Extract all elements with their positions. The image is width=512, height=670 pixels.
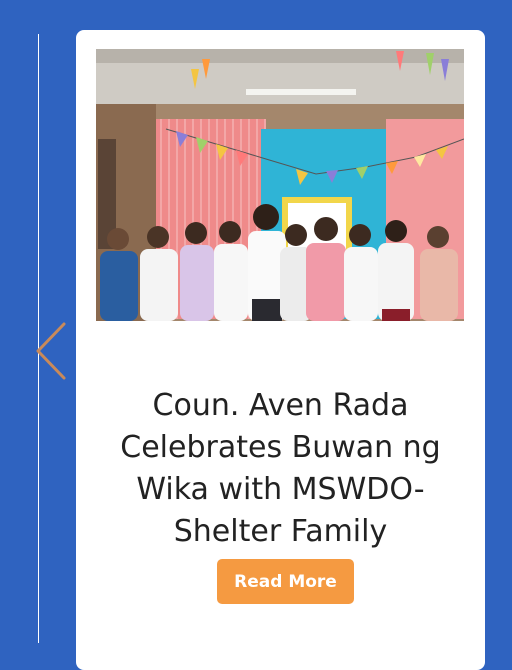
news-photo[interactable] [96, 49, 464, 321]
chevron-left-icon [36, 322, 66, 380]
read-more-button[interactable]: Read More [217, 559, 354, 604]
carousel-prev-button[interactable] [30, 318, 74, 384]
news-card: Coun. Aven Rada Celebrates Buwan ng Wika… [76, 30, 485, 670]
news-title[interactable]: Coun. Aven Rada Celebrates Buwan ng Wika… [90, 385, 471, 553]
